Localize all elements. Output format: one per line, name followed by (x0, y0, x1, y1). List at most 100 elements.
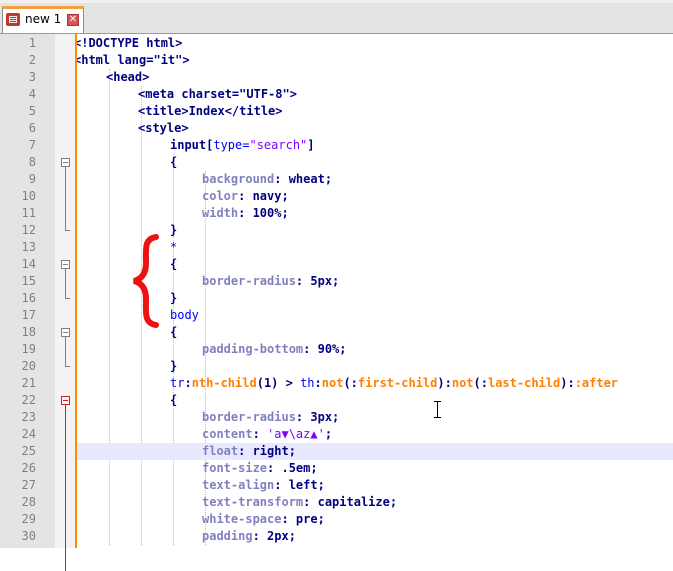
code-token: input[ (170, 138, 214, 152)
code-editor[interactable]: <!DOCTYPE html> <html lang="it"> <head> <me… (77, 34, 673, 548)
code-line[interactable]: } (170, 222, 177, 239)
code-token: : 90%; (303, 342, 347, 356)
code-line[interactable]: body (170, 307, 199, 324)
code-token: { (170, 393, 178, 407)
line-number: 18 (21, 325, 36, 339)
code-line[interactable]: float: right; (202, 443, 296, 460)
code-line[interactable]: border-radius: 3px; (202, 409, 339, 426)
code-line[interactable]: { (170, 324, 177, 341)
code-token: { (170, 257, 178, 271)
code-token: not (321, 376, 344, 390)
line-number: 4 (28, 87, 36, 101)
code-token: : capitalize; (303, 495, 398, 509)
close-tab-icon[interactable]: ✕ (67, 14, 79, 26)
line-number: 11 (21, 206, 36, 220)
code-token: ] (307, 138, 315, 152)
code-line[interactable]: input[type="search"] (170, 137, 315, 154)
code-line[interactable]: { (170, 392, 177, 409)
code-token: <html lang="it"> (77, 53, 190, 67)
code-line[interactable]: width: 100%; (202, 205, 289, 222)
code-line[interactable]: <style> (138, 120, 189, 137)
tab-label: new 1 (25, 12, 62, 26)
code-line[interactable]: color: navy; (202, 188, 289, 205)
tab-new-1[interactable]: new 1 ✕ (2, 6, 84, 33)
line-number: 20 (21, 359, 36, 373)
code-token: ; (324, 427, 333, 441)
code-token: { (170, 155, 178, 169)
code-token: } (170, 223, 178, 237)
code-token: padding-bottom (202, 342, 304, 356)
code-token: font-size (202, 461, 268, 475)
code-line[interactable]: background: wheat; (202, 171, 332, 188)
fold-toggle-icon[interactable] (61, 328, 70, 337)
line-number: 21 (21, 376, 36, 390)
code-token: border-radius (202, 274, 296, 288)
code-token: : 5px; (295, 274, 340, 288)
code-line[interactable]: * (170, 239, 177, 256)
code-line[interactable]: <head> (106, 69, 149, 86)
line-number: 10 (21, 189, 36, 203)
code-token: : (314, 376, 322, 390)
tab-bar: new 1 ✕ (0, 0, 673, 34)
line-number: 2 (28, 53, 36, 67)
code-line[interactable]: text-align: left; (202, 477, 325, 494)
code-line[interactable]: <html lang="it"> (77, 52, 190, 69)
fold-toggle-icon[interactable] (61, 396, 70, 405)
code-token: } (170, 359, 178, 373)
code-token: 'a▼\az▲' (267, 427, 325, 441)
code-token: padding (202, 529, 253, 543)
code-token: :after (574, 376, 619, 390)
code-line[interactable]: <!DOCTYPE html> (77, 35, 182, 52)
code-line[interactable]: <meta charset="UTF-8"> (138, 86, 297, 103)
mouse-ibeam-cursor-icon (434, 401, 441, 418)
fold-end-marker (65, 366, 70, 367)
code-line[interactable]: tr:nth-child(1) > th:not(:first-child):n… (170, 375, 618, 392)
code-line[interactable]: { (170, 256, 177, 273)
code-token: <head> (106, 70, 150, 84)
code-token: (: (343, 376, 358, 390)
code-token: : 2px; (252, 529, 296, 543)
line-number: 14 (21, 257, 36, 271)
line-number: 25 (21, 444, 36, 458)
tab-bar-top-strip (0, 0, 673, 3)
unsaved-file-icon (6, 13, 20, 26)
line-number: 8 (28, 155, 36, 169)
line-number: 30 (21, 529, 36, 543)
fold-end-marker (65, 298, 70, 299)
code-line[interactable]: } (170, 290, 177, 307)
code-line[interactable]: <title>Index</title> (138, 103, 283, 120)
code-token: last-child (487, 376, 561, 390)
code-token: { (170, 325, 178, 339)
line-number: 29 (21, 512, 36, 526)
code-line[interactable]: padding: 2px; (202, 528, 296, 545)
code-line[interactable]: text-transform: capitalize; (202, 494, 397, 511)
code-token: <title>Index</title> (138, 104, 283, 118)
code-token: first-child (357, 376, 438, 390)
code-token: border-radius (202, 410, 296, 424)
line-number: 17 (21, 308, 36, 322)
code-token: : 3px; (295, 410, 340, 424)
code-token: background (202, 172, 275, 186)
fold-toggle-icon[interactable] (61, 260, 70, 269)
line-number-gutter: 1 2 3 4 5 6 7 8 9 10 11 12 13 14 15 16 17 18 19 20 21 22 23 24 2… (0, 34, 56, 548)
fold-range-line (65, 167, 66, 231)
fold-toggle-icon[interactable] (61, 158, 70, 167)
indent-guide (109, 69, 110, 545)
code-line[interactable]: padding-bottom: 90%; (202, 341, 347, 358)
code-token: th (300, 376, 315, 390)
current-line-highlight (77, 443, 673, 460)
code-token: ): (560, 376, 575, 390)
code-line[interactable]: border-radius: 5px; (202, 273, 339, 290)
code-line[interactable]: content: 'a▼\az▲'; (202, 426, 332, 443)
line-number: 19 (21, 342, 36, 356)
code-line[interactable]: { (170, 154, 177, 171)
code-token: text-transform (202, 495, 304, 509)
code-token: : (184, 376, 192, 390)
line-number: 22 (21, 393, 36, 407)
code-line[interactable]: font-size: .5em; (202, 460, 318, 477)
fold-margin[interactable] (55, 34, 77, 548)
code-token: width (202, 206, 239, 220)
code-line[interactable]: white-space: pre; (202, 511, 325, 528)
line-number: 1 (28, 36, 36, 50)
code-line[interactable]: } (170, 358, 177, 375)
